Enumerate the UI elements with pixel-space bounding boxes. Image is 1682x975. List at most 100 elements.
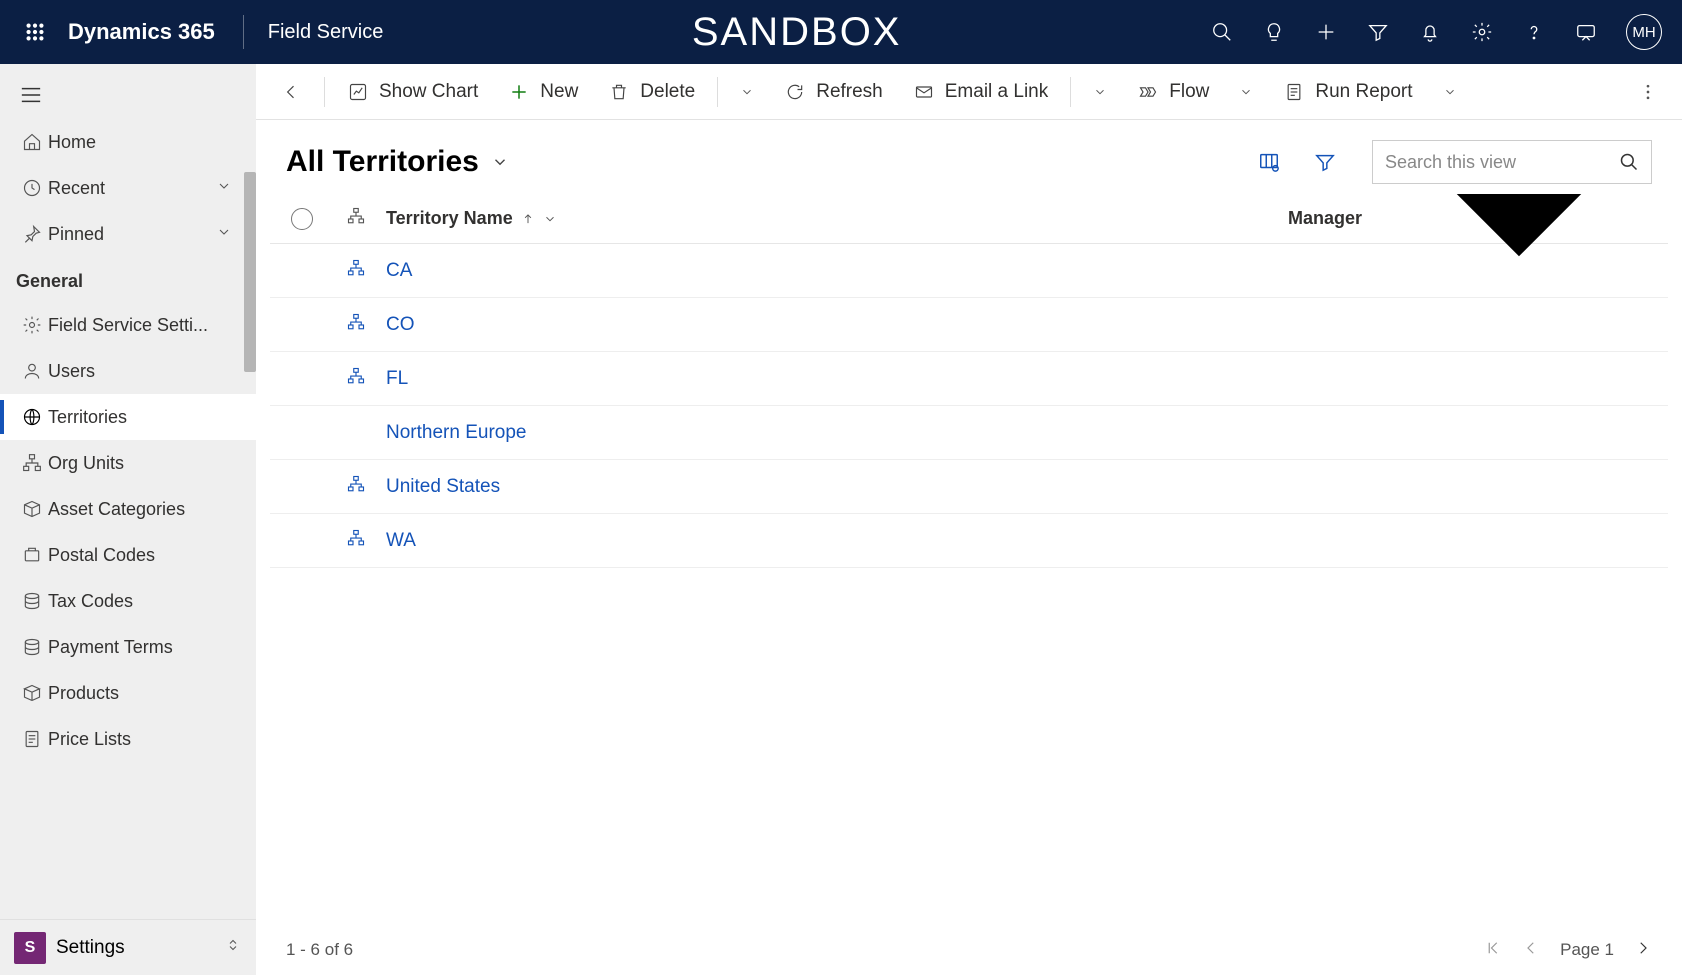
plus-icon[interactable] bbox=[1314, 20, 1338, 44]
email-dropdown[interactable] bbox=[1081, 79, 1119, 105]
row-select[interactable] bbox=[278, 260, 326, 282]
row-select[interactable] bbox=[278, 476, 326, 498]
territory-link[interactable]: FL bbox=[386, 368, 408, 390]
report-dropdown[interactable] bbox=[1431, 79, 1469, 105]
environment-label: SANDBOX bbox=[383, 10, 1210, 55]
sidebar-item-label: Field Service Setti... bbox=[48, 315, 240, 336]
show-chart-button[interactable]: Show Chart bbox=[335, 75, 490, 109]
column-manager-label: Manager bbox=[1288, 208, 1362, 229]
bell-icon[interactable] bbox=[1418, 20, 1442, 44]
flow-label: Flow bbox=[1169, 81, 1209, 103]
table-row[interactable]: Northern Europe bbox=[270, 406, 1668, 460]
row-select[interactable] bbox=[278, 422, 326, 444]
row-select[interactable] bbox=[278, 530, 326, 552]
hierarchy-column-icon bbox=[326, 207, 386, 230]
sidebar-item-label: Payment Terms bbox=[48, 637, 240, 658]
prev-page-button[interactable] bbox=[1522, 939, 1540, 962]
row-select[interactable] bbox=[278, 368, 326, 390]
view-title-label: All Territories bbox=[286, 145, 479, 179]
more-commands[interactable] bbox=[1626, 76, 1670, 108]
row-hierarchy-icon[interactable] bbox=[326, 367, 386, 390]
sidebar: Home Recent Pinned General Field Service… bbox=[0, 64, 256, 975]
divider bbox=[717, 77, 718, 107]
column-header-name[interactable]: Territory Name bbox=[386, 208, 1288, 229]
help-icon[interactable] bbox=[1522, 20, 1546, 44]
row-hierarchy-icon[interactable] bbox=[326, 475, 386, 498]
postal-codes-icon bbox=[16, 545, 48, 565]
sidebar-item-territories[interactable]: Territories bbox=[0, 394, 256, 440]
filter-icon[interactable] bbox=[1366, 20, 1390, 44]
delete-button[interactable]: Delete bbox=[596, 75, 707, 109]
data-grid: Territory Name Manager CA CO FL Northern Eu… bbox=[256, 194, 1682, 925]
pin-icon bbox=[16, 224, 48, 244]
gear-icon[interactable] bbox=[1470, 20, 1494, 44]
header-actions: MH bbox=[1210, 14, 1672, 50]
sidebar-home[interactable]: Home bbox=[0, 119, 256, 165]
first-page-button[interactable] bbox=[1484, 939, 1502, 962]
next-page-button[interactable] bbox=[1634, 939, 1652, 962]
sidebar-item-products[interactable]: Products bbox=[0, 670, 256, 716]
flow-button[interactable]: Flow bbox=[1125, 75, 1221, 109]
delete-dropdown[interactable] bbox=[728, 79, 766, 105]
tax-codes-icon bbox=[16, 591, 48, 611]
sidebar-recent[interactable]: Recent bbox=[0, 165, 256, 211]
lightbulb-icon[interactable] bbox=[1262, 20, 1286, 44]
sidebar-toggle[interactable] bbox=[0, 76, 256, 119]
sidebar-item-label: Users bbox=[48, 361, 240, 382]
chevron-down-icon bbox=[216, 178, 240, 199]
row-hierarchy-icon[interactable] bbox=[326, 529, 386, 552]
table-row[interactable]: United States bbox=[270, 460, 1668, 514]
refresh-button[interactable]: Refresh bbox=[772, 75, 895, 109]
app-name[interactable]: Field Service bbox=[254, 21, 384, 44]
table-row[interactable]: WA bbox=[270, 514, 1668, 568]
territory-link[interactable]: CA bbox=[386, 260, 412, 282]
payment-terms-icon bbox=[16, 637, 48, 657]
sidebar-pinned[interactable]: Pinned bbox=[0, 211, 256, 257]
sidebar-item-asset-categories[interactable]: Asset Categories bbox=[0, 486, 256, 532]
sidebar-item-org-units[interactable]: Org Units bbox=[0, 440, 256, 486]
row-hierarchy-icon[interactable] bbox=[326, 259, 386, 282]
assistant-icon[interactable] bbox=[1574, 20, 1598, 44]
view-search[interactable] bbox=[1372, 140, 1652, 184]
row-hierarchy-icon[interactable] bbox=[326, 313, 386, 336]
products-icon bbox=[16, 683, 48, 703]
record-count: 1 - 6 of 6 bbox=[286, 940, 353, 960]
territory-link[interactable]: CO bbox=[386, 314, 415, 336]
filter-icon[interactable] bbox=[1306, 143, 1344, 181]
search-icon[interactable] bbox=[1210, 20, 1234, 44]
sidebar-item-payment-terms[interactable]: Payment Terms bbox=[0, 624, 256, 670]
row-select[interactable] bbox=[278, 314, 326, 336]
sidebar-item-label: Products bbox=[48, 683, 240, 704]
back-button[interactable] bbox=[268, 75, 314, 109]
territory-link[interactable]: United States bbox=[386, 476, 500, 498]
edit-columns-icon[interactable] bbox=[1250, 143, 1288, 181]
main-area: Show Chart New Delete Refresh Email a Li… bbox=[256, 64, 1682, 975]
sidebar-item-price-lists[interactable]: Price Lists bbox=[0, 716, 256, 762]
sidebar-item-label: Tax Codes bbox=[48, 591, 240, 612]
area-switcher[interactable]: S Settings bbox=[0, 919, 256, 975]
sidebar-item-fs-settings[interactable]: Field Service Setti... bbox=[0, 302, 256, 348]
brand-label[interactable]: Dynamics 365 bbox=[60, 19, 233, 45]
run-report-button[interactable]: Run Report bbox=[1271, 75, 1424, 109]
refresh-icon bbox=[784, 81, 806, 103]
chevron-down-icon bbox=[216, 224, 240, 245]
territory-link[interactable]: WA bbox=[386, 530, 416, 552]
flow-dropdown[interactable] bbox=[1227, 79, 1265, 105]
area-initial: S bbox=[14, 932, 46, 964]
sidebar-item-postal-codes[interactable]: Postal Codes bbox=[0, 532, 256, 578]
territory-link[interactable]: Northern Europe bbox=[386, 422, 526, 444]
new-button[interactable]: New bbox=[496, 75, 590, 109]
area-label: Settings bbox=[46, 937, 224, 959]
column-header-manager[interactable]: Manager bbox=[1288, 194, 1668, 367]
user-avatar[interactable]: MH bbox=[1626, 14, 1662, 50]
view-selector[interactable]: All Territories bbox=[286, 145, 509, 179]
select-all[interactable] bbox=[278, 208, 326, 230]
app-launcher-icon[interactable] bbox=[10, 20, 60, 44]
sidebar-scrollbar[interactable] bbox=[244, 172, 256, 372]
sidebar-item-tax-codes[interactable]: Tax Codes bbox=[0, 578, 256, 624]
sidebar-item-users[interactable]: Users bbox=[0, 348, 256, 394]
asset-categories-icon bbox=[16, 499, 48, 519]
view-header: All Territories bbox=[256, 120, 1682, 194]
view-search-input[interactable] bbox=[1385, 152, 1619, 173]
email-link-button[interactable]: Email a Link bbox=[901, 75, 1061, 109]
